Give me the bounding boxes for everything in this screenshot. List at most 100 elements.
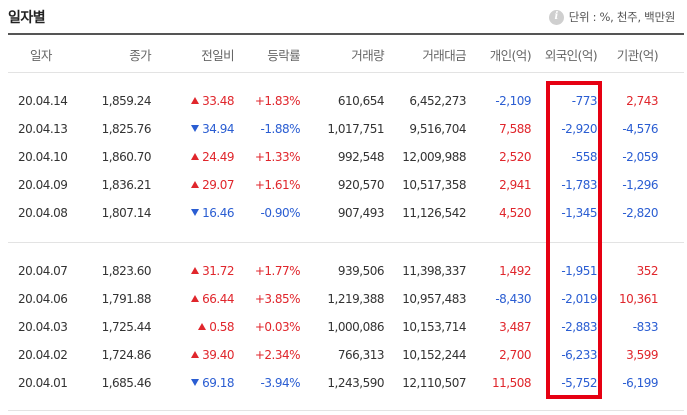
change-value: 33.48 [202,94,234,108]
change-value: 66.44 [202,292,234,306]
down-triangle-icon [191,209,200,216]
cell-individual: 2,941 [499,178,531,192]
cell-close: 1,859.24 [101,94,152,108]
cell-rate: -3.94% [260,376,301,390]
up-triangle-icon [191,181,200,188]
change-value: 69.18 [202,376,234,390]
column-header-change: 전일비 [201,48,234,63]
down-triangle-icon [191,125,200,132]
column-header-rate: 등락률 [267,48,300,63]
cell-amount: 12,009,988 [402,150,466,164]
cell-rate: +1.33% [254,150,301,164]
header-divider [8,72,684,73]
cell-volume: 1,000,086 [327,320,384,334]
cell-institution: 352 [636,264,659,278]
column-header-amount: 거래대금 [422,48,466,63]
change-value: 39.40 [202,348,234,362]
change-value: 16.46 [202,206,234,220]
cell-close: 1,724.86 [101,348,152,362]
up-triangle-icon [191,295,200,302]
section-title: 일자별 [8,10,46,26]
column-header-volume: 거래량 [351,48,384,63]
table-header-row: 일자 종가 전일비 등락률 거래량 거래대금 개인(억) 외국인(억) 기관(억) [0,45,687,65]
cell-close: 1,725.44 [101,320,152,334]
unit-note: i 단위 : %, 천주, 백만원 [548,9,676,25]
cell-date: 20.04.07 [18,264,68,278]
cell-change: 33.48 [162,94,234,108]
cell-close: 1,807.14 [101,206,152,220]
cell-change: 31.72 [162,264,234,278]
cell-change: 69.18 [162,376,234,390]
change-value: 24.49 [202,150,234,164]
cell-individual: 2,700 [499,348,531,362]
cell-date: 20.04.02 [18,348,68,362]
cell-date: 20.04.09 [18,178,68,192]
cell-amount: 11,398,337 [402,264,466,278]
cell-institution: -2,820 [622,206,658,220]
cell-volume: 907,493 [337,206,385,220]
cell-date: 20.04.10 [18,150,68,164]
cell-volume: 610,654 [337,94,385,108]
cell-rate: -1.88% [260,122,301,136]
info-icon[interactable]: i [548,9,564,25]
cell-individual: 1,492 [499,264,531,278]
up-triangle-icon [191,153,200,160]
cell-volume: 939,506 [337,264,385,278]
cell-rate: +0.03% [254,320,301,334]
cell-institution: 2,743 [626,94,658,108]
cell-close: 1,823.60 [101,264,152,278]
cell-change: 29.07 [162,178,234,192]
cell-amount: 6,452,273 [409,94,466,108]
cell-rate: +2.34% [254,348,301,362]
cell-amount: 12,110,507 [402,376,466,390]
cell-change: 16.46 [162,206,234,220]
cell-institution: 10,361 [619,292,659,306]
cell-rate: +1.77% [254,264,301,278]
cell-volume: 1,243,590 [327,376,384,390]
cell-individual: -8,430 [495,292,531,306]
cell-institution: -1,296 [622,178,658,192]
up-triangle-icon [191,351,200,358]
cell-volume: 920,570 [337,178,385,192]
cell-amount: 10,957,483 [402,292,466,306]
cell-date: 20.04.13 [18,122,68,136]
column-header-foreign: 외국인(억) [544,48,598,63]
cell-close: 1,791.88 [101,292,152,306]
up-triangle-icon [191,97,200,104]
cell-rate: -0.90% [260,206,301,220]
cell-change: 39.40 [162,348,234,362]
cell-individual: 2,520 [499,150,531,164]
column-header-individual: 개인(억) [489,48,532,63]
foreign-column-highlight-box [546,81,602,399]
cell-amount: 9,516,704 [409,122,466,136]
cell-close: 1,685.46 [101,376,152,390]
table-top-border [8,33,684,35]
cell-institution: -4,576 [622,122,658,136]
up-triangle-icon [191,267,200,274]
cell-volume: 1,017,751 [327,122,384,136]
cell-change: 24.49 [162,150,234,164]
cell-institution: -6,199 [622,376,658,390]
change-value: 34.94 [202,122,234,136]
cell-individual: 4,520 [499,206,531,220]
cell-date: 20.04.03 [18,320,68,334]
cell-rate: +3.85% [254,292,301,306]
unit-text: 단위 : %, 천주, 백만원 [568,10,676,24]
column-header-date: 일자 [30,48,52,63]
section-header: 일자별 i 단위 : %, 천주, 백만원 [0,0,687,34]
cell-volume: 766,313 [337,348,385,362]
cell-rate: +1.83% [254,94,301,108]
cell-institution: 3,599 [626,348,658,362]
cell-volume: 992,548 [337,150,385,164]
change-value: 29.07 [202,178,234,192]
cell-rate: +1.61% [254,178,301,192]
down-triangle-icon [191,379,200,386]
cell-date: 20.04.01 [18,376,68,390]
cell-amount: 10,152,244 [402,348,466,362]
cell-change: 34.94 [162,122,234,136]
up-triangle-icon [198,323,207,330]
column-header-institution: 기관(억) [616,48,659,63]
cell-date: 20.04.06 [18,292,68,306]
cell-institution: -2,059 [622,150,658,164]
cell-change: 66.44 [162,292,234,306]
